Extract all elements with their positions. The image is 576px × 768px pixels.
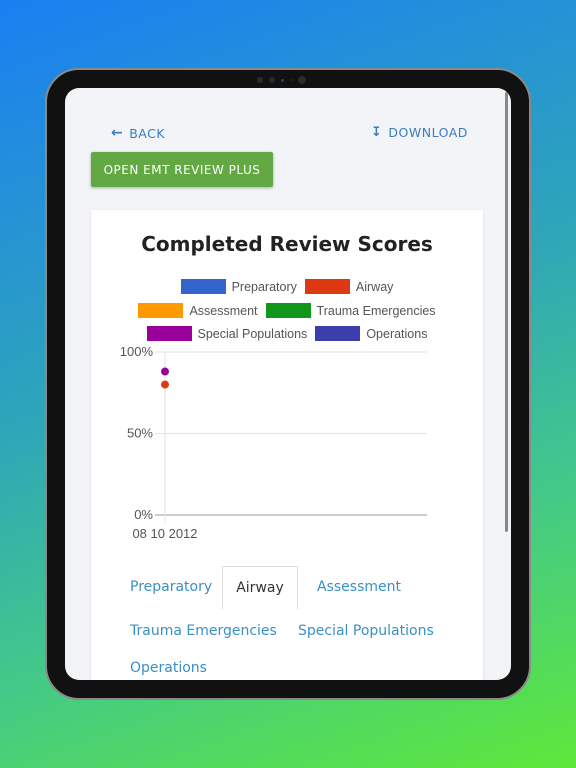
legend-swatch — [138, 303, 184, 318]
legend-item[interactable]: Special Populations — [146, 326, 308, 341]
open-emt-review-plus-button[interactable]: OPEN EMT REVIEW PLUS — [91, 152, 273, 187]
legend: Preparatory Airway — [91, 279, 483, 294]
chart: 100% 50% 0% 08 10 2012 — [120, 344, 427, 541]
legend-swatch — [315, 326, 361, 341]
screen: ← BACK ↧ DOWNLOAD OPEN EMT REVIEW PLUS C… — [65, 88, 511, 680]
legend-label: Assessment — [189, 303, 258, 318]
y-tick-label: 0% — [134, 507, 153, 522]
back-label: BACK — [129, 125, 166, 141]
tab-assessment[interactable]: Assessment — [317, 579, 401, 595]
legend-label: Preparatory — [231, 279, 297, 294]
download-button[interactable]: ↧ DOWNLOAD — [371, 125, 468, 140]
tab-operations[interactable]: Operations — [130, 660, 207, 676]
y-tick-label: 50% — [127, 426, 153, 441]
arrow-left-icon: ← — [111, 125, 124, 141]
legend-row: Assessment Trauma Emergencies — [91, 303, 483, 318]
tab-special-populations[interactable]: Special Populations — [298, 623, 434, 639]
legend-row: Special Populations Operations — [91, 326, 483, 341]
legend-label: Airway — [355, 279, 394, 294]
y-tick-label: 100% — [120, 344, 154, 359]
x-tick-label: 08 10 2012 — [132, 526, 197, 541]
download-icon: ↧ — [371, 125, 383, 140]
legend-label: Operations — [366, 326, 428, 341]
back-button[interactable]: ← BACK — [111, 125, 165, 141]
legend-item[interactable]: Trauma Emergencies — [265, 303, 436, 318]
legend-swatch — [304, 279, 350, 294]
tablet-frame: ← BACK ↧ DOWNLOAD OPEN EMT REVIEW PLUS C… — [45, 68, 531, 700]
page-title: Completed Review Scores — [141, 232, 433, 256]
legend-item[interactable]: Assessment — [138, 303, 258, 318]
legend-swatch — [265, 303, 311, 318]
tab-preparatory[interactable]: Preparatory — [130, 579, 212, 595]
legend-label: Special Populations — [197, 326, 308, 341]
download-label: DOWNLOAD — [388, 125, 468, 140]
tab-airway[interactable]: Airway — [222, 566, 298, 609]
scores-card: Completed Review Scores Preparatory Airwa… — [91, 210, 483, 680]
scrollbar[interactable] — [505, 92, 508, 532]
tab-trauma-emergencies[interactable]: Trauma Emergencies — [130, 623, 277, 639]
legend-label: Trauma Emergencies — [316, 303, 436, 318]
legend-item[interactable]: Operations — [315, 326, 427, 341]
legend-swatch — [180, 279, 226, 294]
camera — [257, 76, 306, 84]
legend-swatch — [146, 326, 192, 341]
legend-item[interactable]: Airway — [304, 279, 394, 294]
data-point — [161, 380, 169, 389]
legend-item[interactable]: Preparatory — [180, 279, 297, 294]
data-point — [161, 367, 169, 376]
